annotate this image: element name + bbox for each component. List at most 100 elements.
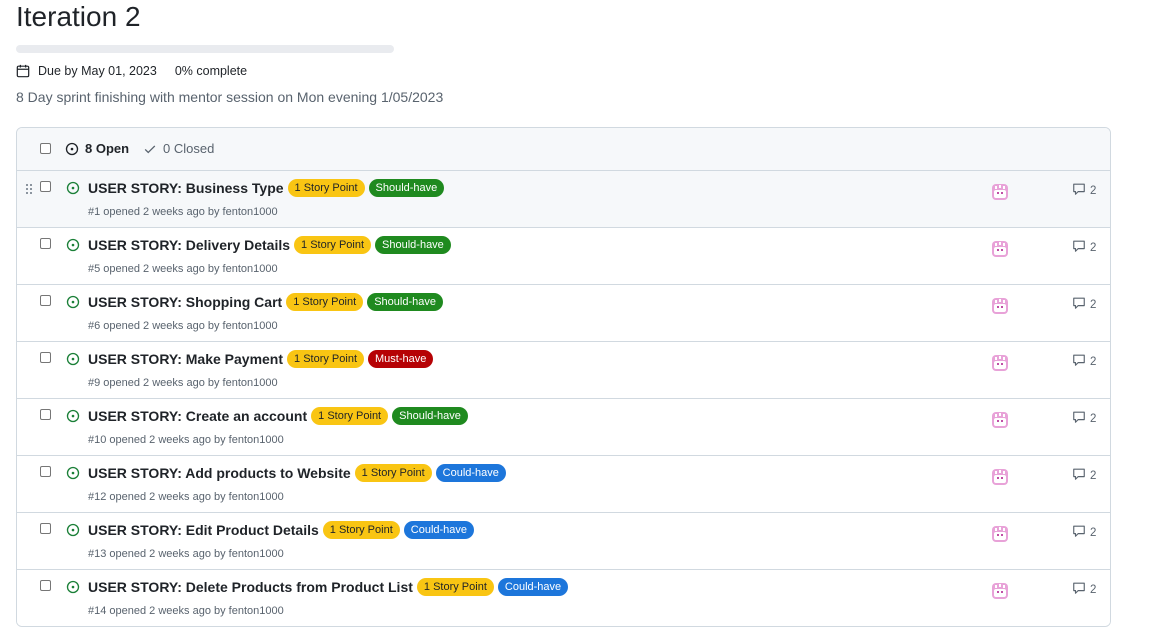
issue-row[interactable]: USER STORY: Create an account 1 Story Poi… [17, 398, 1110, 455]
issue-checkbox[interactable] [40, 409, 51, 420]
comment-icon [1072, 296, 1090, 313]
assignee-avatar[interactable] [991, 183, 1009, 201]
comment-count: 2 [1090, 412, 1097, 425]
issue-label[interactable]: 1 Story Point [322, 521, 400, 539]
open-issues-filter[interactable]: 8 Open [65, 141, 129, 156]
assignee-avatar[interactable] [991, 240, 1009, 258]
comment-icon [1072, 467, 1090, 484]
issue-label[interactable]: 1 Story Point [311, 407, 389, 425]
closed-issues-filter[interactable]: 0 Closed [143, 141, 214, 156]
issue-title-line: USER STORY: Delivery Details 1 Story Poin… [88, 236, 455, 254]
issues-list: 8 Open 0 Closed USER STORY: Business Typ… [16, 127, 1111, 627]
issue-title-link[interactable]: USER STORY: Business Type [88, 180, 284, 196]
assignee-avatar[interactable] [991, 468, 1009, 486]
milestone-title: Iteration 2 [16, 1, 141, 32]
issue-title-line: USER STORY: Delete Products from Product… [88, 578, 572, 596]
issue-open-icon [66, 580, 80, 594]
issue-meta: #9 opened 2 weeks ago by fenton1000 [88, 377, 278, 389]
comment-count: 2 [1090, 526, 1097, 539]
issue-label[interactable]: Should-have [375, 236, 451, 254]
comments-link[interactable]: 2 [1072, 353, 1096, 370]
milestone-description: 8 Day sprint finishing with mentor sessi… [16, 89, 444, 105]
comments-link[interactable]: 2 [1072, 581, 1096, 598]
issue-checkbox[interactable] [40, 295, 51, 306]
issue-meta: #14 opened 2 weeks ago by fenton1000 [88, 605, 284, 617]
issue-label[interactable]: Could-have [435, 464, 506, 482]
assignee-avatar[interactable] [991, 297, 1009, 315]
comments-link[interactable]: 2 [1072, 410, 1096, 427]
comment-count: 2 [1090, 298, 1097, 311]
milestone-progress-bar [16, 45, 394, 53]
issue-open-icon [66, 352, 80, 366]
issue-label[interactable]: 1 Story Point [287, 350, 365, 368]
select-all-checkbox[interactable] [40, 143, 51, 154]
issue-label[interactable]: Should-have [367, 293, 443, 311]
issue-row[interactable]: USER STORY: Edit Product Details 1 Story … [17, 512, 1110, 569]
issue-label[interactable]: 1 Story Point [294, 236, 372, 254]
comments-link[interactable]: 2 [1072, 239, 1096, 256]
calendar-icon [16, 64, 30, 78]
issue-title-line: USER STORY: Add products to Website 1 Sto… [88, 464, 510, 482]
issue-title-line: USER STORY: Make Payment 1 Story Point Mus… [88, 350, 437, 368]
issue-row[interactable]: USER STORY: Make Payment 1 Story Point Mus… [17, 341, 1110, 398]
issues-list-header: 8 Open 0 Closed [17, 128, 1110, 171]
issue-label[interactable]: Could-have [403, 521, 475, 539]
issue-row[interactable]: USER STORY: Delivery Details 1 Story Poin… [17, 227, 1110, 284]
issue-meta: #5 opened 2 weeks ago by fenton1000 [88, 263, 278, 275]
assignee-avatar[interactable] [991, 582, 1009, 600]
open-count-label: 8 Open [85, 141, 130, 156]
issue-title-link[interactable]: USER STORY: Delete Products from Product… [88, 579, 413, 595]
issue-label[interactable]: 1 Story Point [287, 179, 365, 197]
comment-icon [1072, 524, 1090, 541]
issue-meta: #6 opened 2 weeks ago by fenton1000 [88, 320, 278, 332]
issue-label[interactable]: 1 Story Point [416, 578, 494, 596]
comments-link[interactable]: 2 [1072, 467, 1096, 484]
assignee-avatar[interactable] [991, 354, 1009, 372]
issue-title-link[interactable]: USER STORY: Shopping Cart [88, 294, 282, 310]
assignee-avatar[interactable] [991, 411, 1009, 429]
issue-row[interactable]: USER STORY: Delete Products from Product… [17, 569, 1110, 626]
issue-checkbox[interactable] [40, 580, 51, 591]
issue-open-icon [66, 409, 80, 423]
issue-title-link[interactable]: USER STORY: Delivery Details [88, 237, 290, 253]
issue-title-line: USER STORY: Business Type 1 Story Point Sh… [88, 179, 448, 197]
issue-open-icon [66, 523, 80, 537]
comments-link[interactable]: 2 [1072, 182, 1096, 199]
issue-title-line: USER STORY: Edit Product Details 1 Story … [88, 521, 478, 539]
issue-meta: #10 opened 2 weeks ago by fenton1000 [88, 434, 284, 446]
issue-label[interactable]: Could-have [497, 578, 569, 596]
issue-open-icon [66, 238, 80, 252]
issue-checkbox[interactable] [40, 523, 51, 534]
issue-checkbox[interactable] [40, 466, 51, 477]
comment-count: 2 [1090, 184, 1097, 197]
issue-row[interactable]: USER STORY: Shopping Cart 1 Story Point Sh… [17, 284, 1110, 341]
comment-icon [1072, 581, 1090, 598]
issue-label[interactable]: 1 Story Point [286, 293, 364, 311]
comment-icon [1072, 182, 1090, 199]
issue-checkbox[interactable] [40, 181, 51, 192]
comments-link[interactable]: 2 [1072, 296, 1096, 313]
issue-row[interactable]: USER STORY: Business Type 1 Story Point Sh… [17, 171, 1110, 227]
drag-handle-icon[interactable] [26, 184, 32, 194]
comment-count: 2 [1090, 583, 1097, 596]
issue-title-link[interactable]: USER STORY: Edit Product Details [88, 522, 319, 538]
comment-count: 2 [1090, 469, 1097, 482]
issue-label[interactable]: Should-have [392, 407, 468, 425]
issue-title-link[interactable]: USER STORY: Make Payment [88, 351, 283, 367]
issue-meta: #13 opened 2 weeks ago by fenton1000 [88, 548, 284, 560]
assignee-avatar[interactable] [991, 525, 1009, 543]
comment-icon [1072, 239, 1090, 256]
issue-open-icon [66, 181, 80, 195]
issue-title-link[interactable]: USER STORY: Create an account [88, 408, 307, 424]
issue-checkbox[interactable] [40, 238, 51, 249]
issue-label[interactable]: Must-have [368, 350, 434, 368]
issue-rows: USER STORY: Business Type 1 Story Point Sh… [17, 171, 1110, 626]
issue-open-icon [66, 295, 80, 309]
comment-count: 2 [1090, 355, 1097, 368]
issue-label[interactable]: 1 Story Point [354, 464, 432, 482]
comments-link[interactable]: 2 [1072, 524, 1096, 541]
issue-row[interactable]: USER STORY: Add products to Website 1 Sto… [17, 455, 1110, 512]
issue-label[interactable]: Should-have [368, 179, 445, 197]
issue-title-link[interactable]: USER STORY: Add products to Website [88, 465, 351, 481]
issue-checkbox[interactable] [40, 352, 51, 363]
